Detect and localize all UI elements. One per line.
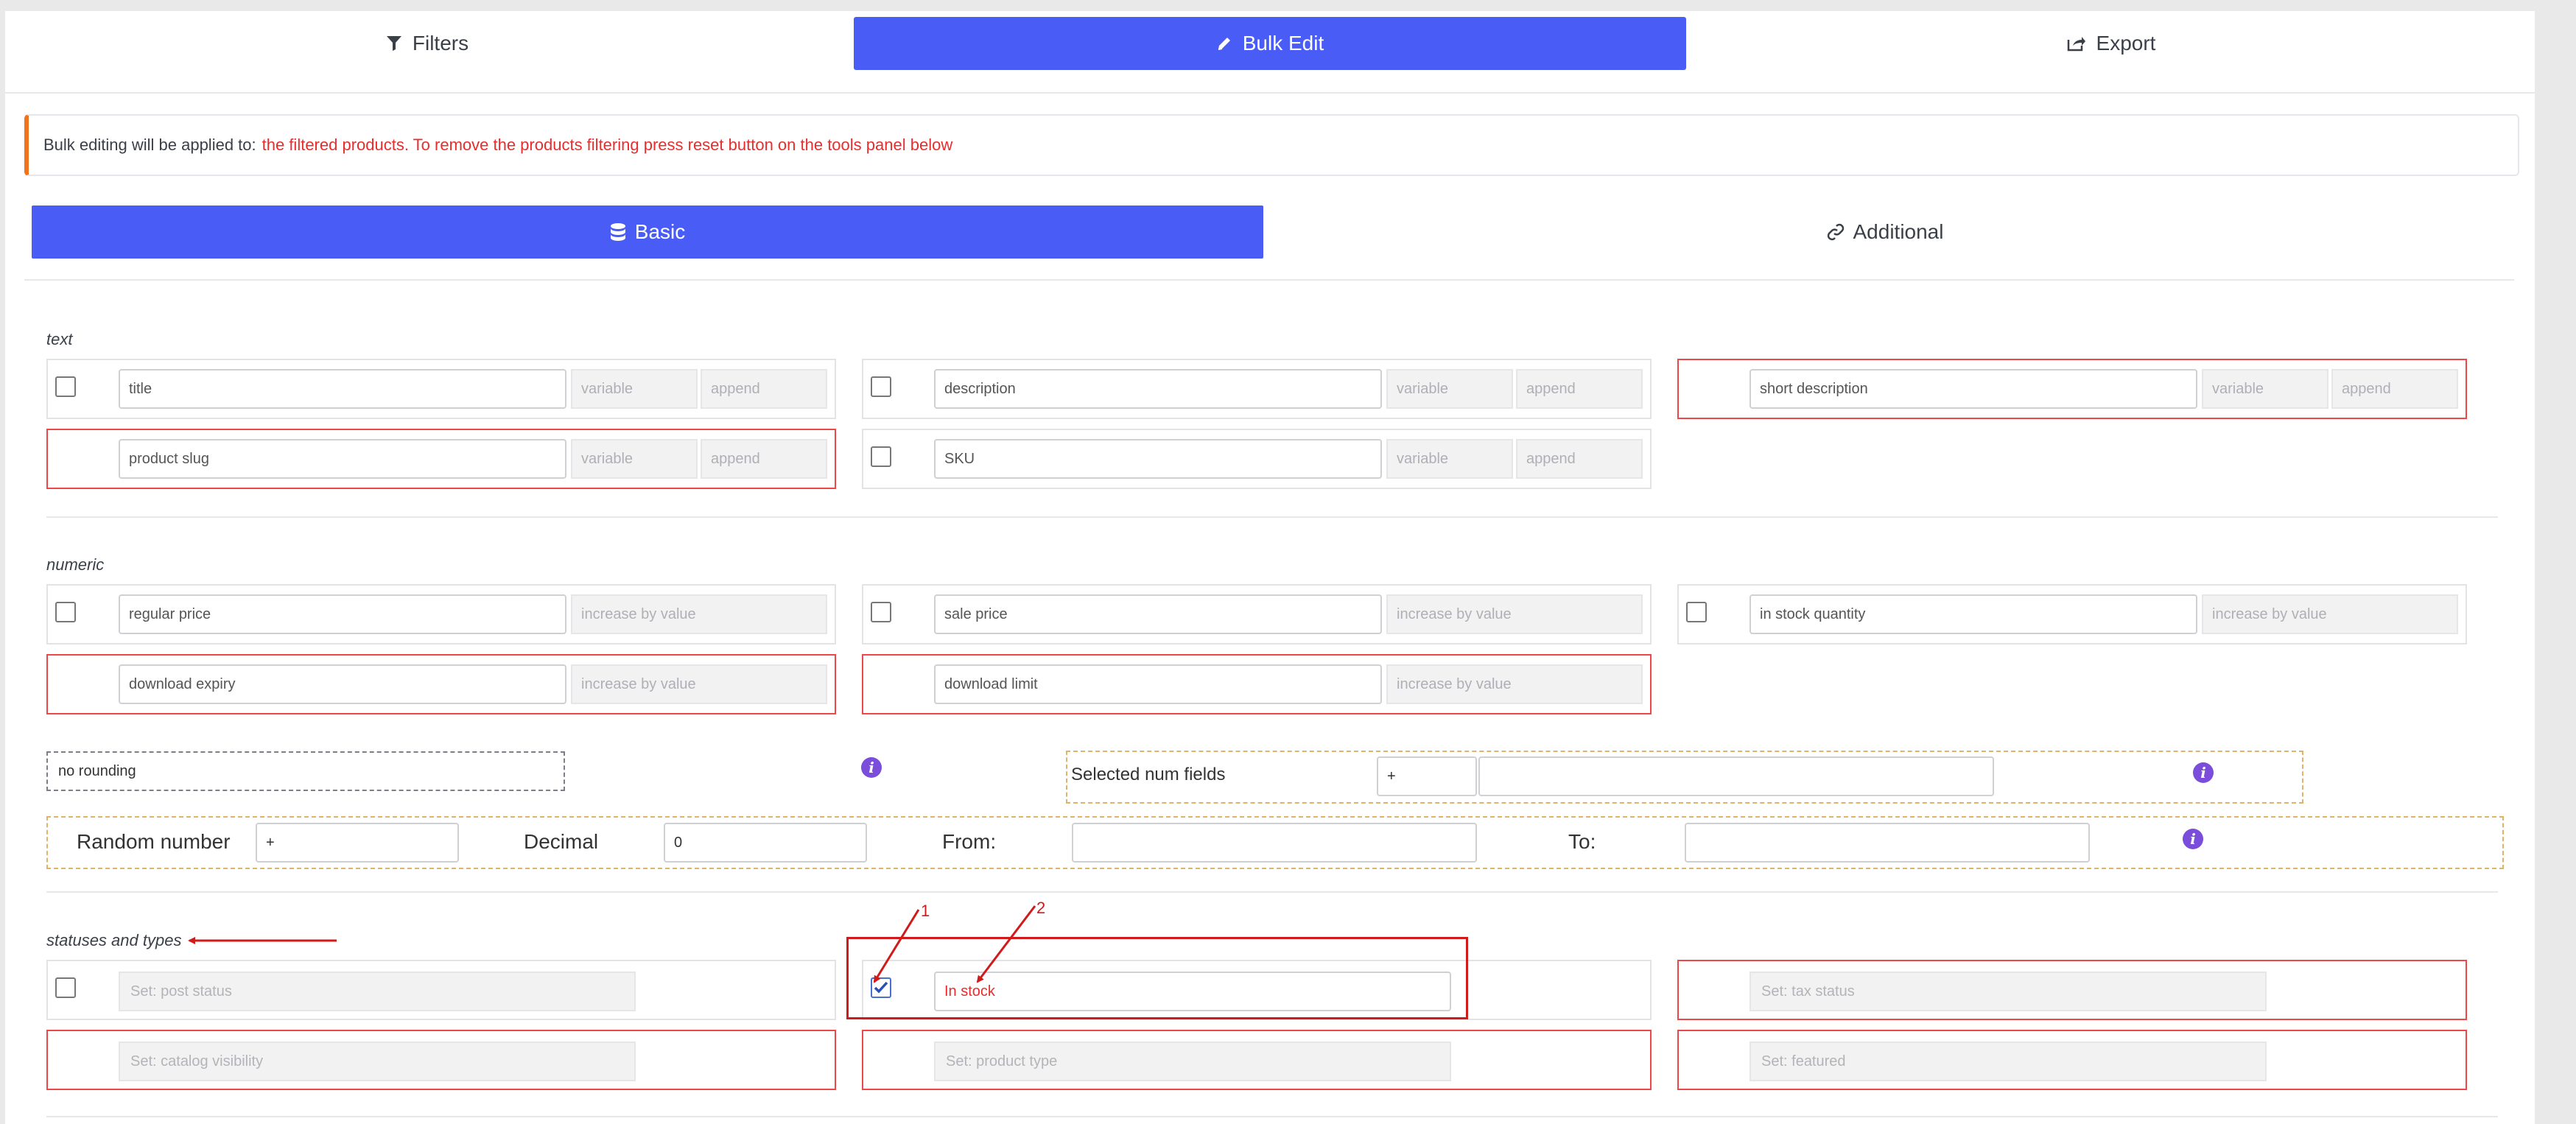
annotation-arrows xyxy=(188,905,1036,983)
arrow-1 xyxy=(873,909,920,983)
arrow-2 xyxy=(976,905,1036,983)
bulk-edit-panel: Filters Bulk Edit Export Bulk editing wi… xyxy=(5,11,2535,1124)
